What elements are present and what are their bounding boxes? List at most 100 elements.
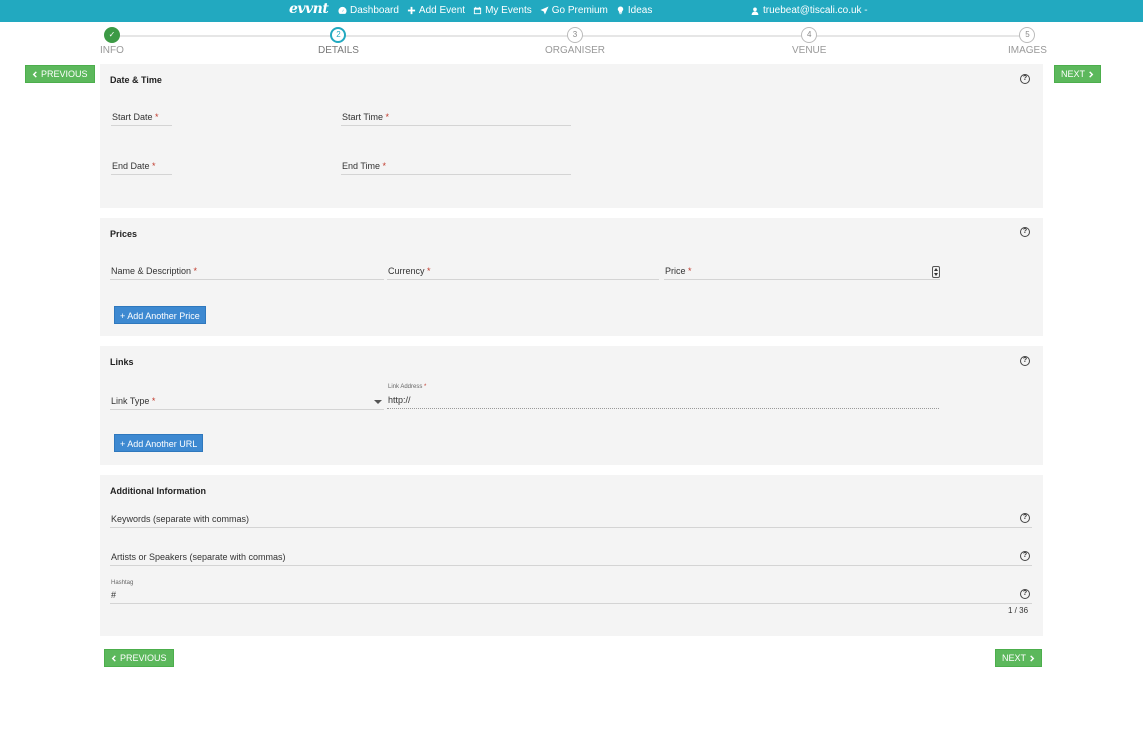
- next-button-bottom[interactable]: NEXT: [995, 649, 1043, 667]
- end-date-label: End Date: [112, 161, 150, 171]
- step-number: 2: [330, 27, 347, 43]
- help-icon[interactable]: ?: [1020, 513, 1030, 523]
- next-button-top[interactable]: NEXT: [1054, 65, 1102, 83]
- help-icon[interactable]: ?: [1020, 551, 1030, 561]
- nav-my-events[interactable]: My Events: [473, 5, 532, 16]
- help-icon[interactable]: ?: [1020, 356, 1030, 366]
- nav-go-premium-label: Go Premium: [551, 5, 608, 16]
- panel-title: Additional Information: [110, 486, 206, 496]
- price-name-description-field[interactable]: Name & Description *: [110, 264, 384, 280]
- previous-label: PREVIOUS: [41, 69, 88, 79]
- name-description-label: Name & Description: [111, 266, 192, 276]
- step-organiser[interactable]: 3 ORGANISER: [545, 27, 605, 56]
- hashtag-value: #: [111, 590, 117, 600]
- start-date-field[interactable]: Start Date *: [111, 110, 172, 126]
- panel-title: Date & Time: [110, 75, 162, 85]
- step-number: 3: [567, 27, 583, 43]
- nav-dashboard[interactable]: Dashboard: [338, 5, 399, 16]
- step-label: INFO: [100, 45, 124, 56]
- end-date-field[interactable]: End Date *: [111, 159, 172, 175]
- artists-speakers-label: Artists or Speakers (separate with comma…: [111, 552, 286, 562]
- nav-ideas-label: Ideas: [627, 5, 653, 16]
- logo[interactable]: evvnt: [289, 1, 329, 17]
- help-icon[interactable]: ?: [1020, 589, 1030, 599]
- price-label: Price: [665, 266, 686, 276]
- next-label: NEXT: [1002, 653, 1027, 663]
- previous-label: PREVIOUS: [120, 653, 167, 663]
- currency-label: Currency: [388, 266, 425, 276]
- number-spinner-icon[interactable]: [932, 266, 940, 278]
- start-date-label: Start Date: [112, 112, 153, 122]
- add-another-url-button[interactable]: + Add Another URL: [114, 434, 204, 452]
- next-label: NEXT: [1061, 69, 1086, 79]
- step-number: 5: [1019, 27, 1036, 43]
- link-address-input[interactable]: http://: [387, 393, 939, 409]
- chevron-right-icon: [1030, 654, 1035, 662]
- step-label: IMAGES: [1008, 45, 1047, 56]
- user-icon: [751, 7, 759, 15]
- nav-ideas[interactable]: Ideas: [616, 5, 652, 16]
- add-another-price-button[interactable]: + Add Another Price: [114, 306, 206, 324]
- dashboard-icon: [338, 6, 347, 14]
- required-mark: *: [385, 112, 390, 122]
- required-mark: *: [152, 161, 156, 171]
- step-images[interactable]: 5 IMAGES: [1008, 27, 1047, 56]
- link-type-label: Link Type: [111, 396, 150, 406]
- links-panel: Links ? Link Type * Link Address * http:…: [100, 346, 1043, 465]
- step-label: VENUE: [792, 45, 827, 56]
- help-icon[interactable]: ?: [1020, 227, 1030, 237]
- required-mark: *: [382, 161, 387, 171]
- hashtag-label: Hashtag: [111, 580, 134, 586]
- panel-title: Prices: [110, 229, 138, 239]
- step-number: 4: [801, 27, 818, 43]
- plus-icon: [407, 6, 416, 15]
- keywords-input[interactable]: Keywords (separate with commas): [110, 512, 1032, 528]
- nav-my-events-label: My Events: [485, 5, 532, 16]
- nav-links: Dashboard Add Event My Events Go Premium…: [338, 5, 652, 16]
- nav-dashboard-label: Dashboard: [350, 5, 399, 16]
- user-email: truebeat@tiscali.co.uk -: [763, 5, 868, 16]
- nav-go-premium[interactable]: Go Premium: [540, 5, 608, 16]
- required-mark: *: [193, 266, 198, 276]
- user-menu[interactable]: truebeat@tiscali.co.uk -: [751, 5, 868, 16]
- keywords-label: Keywords (separate with commas): [111, 514, 250, 524]
- step-info[interactable]: ✓ INFO: [100, 27, 124, 56]
- required-mark: *: [688, 266, 692, 276]
- step-check-icon: ✓: [103, 27, 120, 43]
- step-details[interactable]: 2 DETAILS: [318, 27, 359, 56]
- price-field[interactable]: Price *: [664, 264, 940, 280]
- currency-field[interactable]: Currency *: [387, 264, 659, 280]
- help-icon[interactable]: ?: [1020, 74, 1030, 84]
- start-time-label: Start Time: [342, 112, 384, 122]
- start-time-field[interactable]: Start Time *: [341, 110, 571, 126]
- date-time-panel: Date & Time ? Start Date * Start Time * …: [100, 64, 1043, 208]
- hashtag-input[interactable]: #: [110, 588, 1032, 604]
- end-time-field[interactable]: End Time *: [341, 159, 571, 175]
- nav-add-event-label: Add Event: [418, 5, 466, 16]
- required-mark: *: [151, 396, 156, 406]
- top-nav: evvnt Dashboard Add Event My Events Go P…: [0, 0, 1143, 22]
- chevron-down-icon: [374, 400, 382, 404]
- hashtag-counter: 1 / 36: [1008, 606, 1029, 615]
- link-address-label: Link Address *: [388, 384, 427, 390]
- panel-title: Links: [110, 357, 134, 367]
- chevron-right-icon: [1089, 70, 1094, 78]
- previous-button-top[interactable]: PREVIOUS: [25, 65, 95, 83]
- progress-stepper: ✓ INFO 2 DETAILS 3 ORGANISER 4 VENUE 5 I…: [100, 27, 1047, 57]
- rocket-icon: [540, 6, 549, 15]
- calendar-icon: [473, 6, 482, 15]
- link-address-value: http://: [388, 395, 411, 405]
- required-mark: *: [155, 112, 159, 122]
- step-label: DETAILS: [318, 45, 359, 56]
- required-mark: *: [427, 266, 431, 276]
- nav-add-event[interactable]: Add Event: [407, 5, 465, 16]
- lightbulb-icon: [617, 6, 624, 15]
- link-type-select[interactable]: Link Type *: [110, 394, 384, 410]
- artists-speakers-input[interactable]: Artists or Speakers (separate with comma…: [110, 550, 1032, 566]
- chevron-left-icon: [111, 654, 116, 662]
- prices-panel: Prices ? Name & Description * Currency *…: [100, 218, 1043, 336]
- step-venue[interactable]: 4 VENUE: [792, 27, 826, 56]
- step-label: ORGANISER: [545, 45, 606, 56]
- previous-button-bottom[interactable]: PREVIOUS: [104, 649, 174, 667]
- additional-info-panel: Additional Information Keywords (separat…: [100, 475, 1043, 636]
